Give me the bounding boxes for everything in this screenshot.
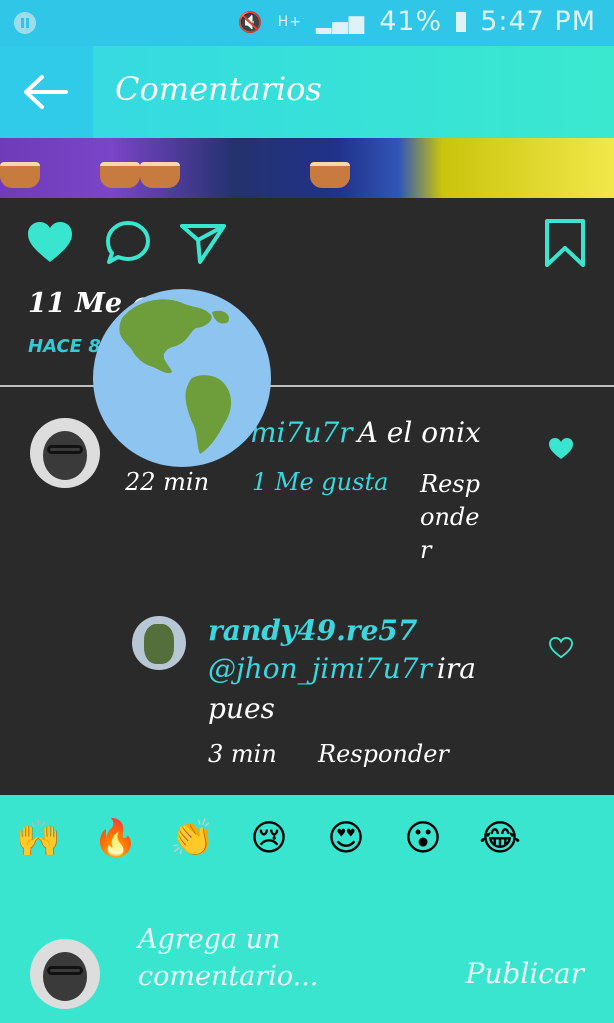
emoji-surprised[interactable]: 😮 (401, 817, 445, 861)
reply-avatar[interactable] (132, 616, 186, 670)
emoji-bar: 🙌 🔥 👏 😢 😍 😮 😂 (0, 795, 614, 895)
mute-icon: 🔇 (237, 9, 264, 34)
reply-label-line1: Resp (420, 470, 480, 498)
comment-composer: Agrega un comentario... Publicar (0, 895, 614, 1023)
comment-like-filled-icon[interactable] (548, 437, 574, 461)
heart-filled-icon[interactable] (25, 218, 75, 268)
signal-icon: ▂▄▆ (316, 9, 366, 34)
bookmark-icon[interactable] (540, 218, 590, 268)
reply-label-line2: onde (420, 503, 480, 531)
network-type: H+ (277, 13, 303, 30)
reply-label-line3: r (420, 536, 432, 564)
composer-avatar-glasses (46, 965, 84, 976)
post-actions (0, 198, 614, 284)
comment-text: A el onix (357, 416, 481, 449)
reply-text-line2: pues (208, 692, 275, 725)
post-image[interactable] (0, 138, 614, 198)
cupcake-image (140, 162, 180, 188)
emoji-fire[interactable]: 🔥 (93, 817, 138, 861)
post-time: HACE 8 (28, 336, 101, 357)
reply-text-line1: @jhon_jimi7u7r ira (208, 652, 476, 685)
page-title: Comentarios (115, 70, 322, 108)
emoji-laughing[interactable]: 😂 (478, 817, 522, 861)
comment-body: mi7u7r A el onix (250, 416, 481, 449)
reply-button[interactable]: Resp onde r (420, 468, 480, 567)
reply-mention[interactable]: @jhon_jimi7u7r (208, 652, 432, 685)
status-right: 🔇 H+ ▂▄▆ 41% 5:47 PM (238, 6, 596, 37)
reply-avatar-figure (144, 624, 174, 664)
battery-icon (456, 11, 467, 32)
comment-time: 22 min (125, 468, 210, 496)
reply-responder-button[interactable]: Responder (318, 740, 449, 768)
share-icon[interactable] (178, 218, 228, 268)
pause-icon (14, 12, 36, 34)
reply-time: 3 min (208, 740, 277, 768)
comment-likes[interactable]: 1 Me gusta (252, 468, 388, 496)
back-arrow-icon (24, 75, 68, 109)
comment-input-placeholder-line2: comentario... (138, 961, 319, 992)
reply-username[interactable]: randy49.re57 (208, 614, 417, 647)
composer-avatar-face (42, 951, 88, 1001)
avatar-glasses (46, 444, 84, 455)
comment-input-placeholder-line1: Agrega un (138, 924, 281, 955)
clock: 5:47 PM (480, 6, 596, 37)
emoji-heart-eyes[interactable]: 😍 (324, 817, 368, 861)
comment-input[interactable]: Agrega un comentario... (138, 921, 378, 995)
emoji-crying[interactable]: 😢 (247, 817, 291, 861)
back-button[interactable] (0, 46, 93, 138)
avatar-face (42, 430, 88, 480)
cupcake-image (100, 162, 140, 188)
app-header: Comentarios (0, 46, 614, 138)
avatar[interactable] (30, 418, 100, 488)
emoji-clap[interactable]: 👏 (170, 817, 215, 861)
reply-like-icon[interactable] (549, 637, 573, 659)
reply-text-suffix: ira (436, 652, 476, 685)
status-bar: 🔇 H+ ▂▄▆ 41% 5:47 PM (0, 0, 614, 46)
globe-icon (93, 289, 271, 467)
comment-icon[interactable] (103, 218, 153, 268)
cupcake-image (310, 162, 350, 188)
cupcake-image (0, 162, 40, 188)
emoji-raised-hands[interactable]: 🙌 (16, 817, 61, 861)
publish-button[interactable]: Publicar (466, 957, 584, 990)
battery-percent: 41% (379, 6, 443, 37)
composer-avatar (30, 939, 100, 1009)
